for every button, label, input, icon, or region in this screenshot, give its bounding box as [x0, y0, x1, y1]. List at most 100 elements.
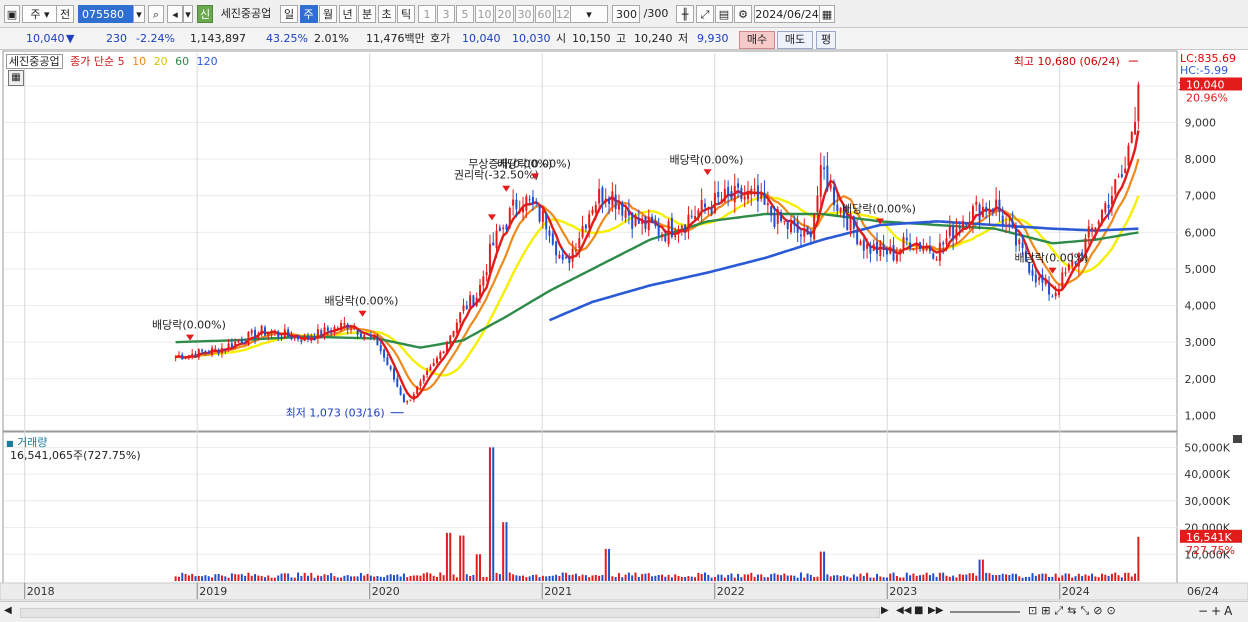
- timeframe-button[interactable]: 일: [280, 5, 298, 23]
- volume-bar: [806, 573, 809, 581]
- candle-body: [525, 196, 528, 211]
- gear-icon[interactable]: ⚙: [734, 5, 752, 23]
- scroll-right-icon[interactable]: ▶: [881, 605, 889, 616]
- volume-bar: [293, 577, 296, 581]
- candle-body: [412, 394, 415, 400]
- candle-body: [912, 248, 915, 250]
- candle-body: [336, 328, 339, 330]
- timeframe-button[interactable]: 틱: [397, 5, 415, 23]
- interval-button[interactable]: 20: [495, 5, 514, 23]
- candle-body: [1104, 203, 1107, 213]
- candle-body: [369, 335, 372, 337]
- candle-body: [488, 243, 491, 273]
- scroll-left-icon[interactable]: ◀: [4, 605, 16, 619]
- volume-bar: [240, 574, 243, 581]
- volume-bar: [919, 575, 922, 581]
- candle-body: [584, 224, 587, 229]
- candle-body: [952, 225, 955, 240]
- volume-bar: [330, 573, 333, 581]
- draw-tool-icon[interactable]: ⤢: [696, 5, 714, 23]
- search-icon[interactable]: ⌕: [148, 5, 164, 23]
- volume-bar: [1094, 576, 1097, 581]
- candle-body: [396, 378, 399, 387]
- window-menu-icon[interactable]: ▣: [4, 5, 20, 23]
- x-tick-label: 2019: [199, 585, 227, 598]
- candle-body: [300, 339, 303, 342]
- candle-body: [869, 246, 872, 254]
- volume-bar: [187, 575, 190, 581]
- candle-body: [813, 213, 816, 240]
- candle-body: [1048, 282, 1051, 295]
- interval-custom-select[interactable]: ▾: [570, 5, 608, 23]
- volume-bar: [776, 574, 779, 581]
- zoom-controls[interactable]: −+A: [1198, 604, 1235, 618]
- volume-bar: [1021, 577, 1024, 581]
- candle-body: [217, 349, 220, 354]
- volume-bar: [419, 575, 422, 581]
- candle-body: [889, 246, 892, 254]
- candle-body: [895, 254, 898, 262]
- candle-body: [902, 236, 905, 249]
- interval-button[interactable]: 10: [475, 5, 494, 23]
- volume-bar: [925, 572, 928, 581]
- candle-body: [938, 242, 941, 261]
- chart-tool-icons[interactable]: ⊡⊞⤢⇆⤡⊘⊙: [1028, 604, 1120, 618]
- count-input[interactable]: 300: [612, 5, 640, 23]
- volume-bar: [244, 575, 247, 581]
- market-select[interactable]: 전: [56, 5, 74, 23]
- candle-body: [958, 227, 961, 229]
- interval-button[interactable]: 3: [437, 5, 455, 23]
- stop-icon[interactable]: ■: [914, 605, 923, 616]
- volume-bar: [697, 572, 700, 581]
- legend-stock-name[interactable]: 세진중공업: [6, 54, 63, 69]
- candle-body: [459, 312, 462, 323]
- volume-bar: [383, 577, 386, 581]
- bid-price-2: 10,030: [512, 32, 551, 45]
- volume-bar: [287, 573, 290, 581]
- interval-button[interactable]: 1: [418, 5, 436, 23]
- date-input[interactable]: 2024/06/24: [754, 5, 820, 23]
- period-select[interactable]: 주 ▾: [22, 5, 58, 23]
- timeframe-button[interactable]: 월: [319, 5, 337, 23]
- save-icon[interactable]: ▤: [715, 5, 733, 23]
- timeframe-button[interactable]: 초: [377, 5, 396, 23]
- interval-button[interactable]: 5: [456, 5, 474, 23]
- volume-bar: [1137, 536, 1140, 581]
- table-view-icon[interactable]: ▦: [8, 70, 24, 86]
- volume-bar: [369, 575, 372, 581]
- volume-bar: [912, 573, 915, 581]
- volume-bar: [280, 573, 283, 581]
- sell-button[interactable]: 매도: [777, 31, 813, 49]
- volume-bar: [574, 573, 577, 581]
- horizontal-scrollbar[interactable]: [20, 608, 880, 618]
- volume-bar: [406, 577, 409, 581]
- speaker-dropdown-icon[interactable]: ▾: [183, 5, 193, 23]
- candle-body: [250, 330, 253, 334]
- candle-body: [968, 221, 971, 229]
- interval-button[interactable]: 60: [535, 5, 554, 23]
- volume-bar: [783, 573, 786, 581]
- volume-bar: [938, 572, 941, 581]
- candle-type-icon[interactable]: ╫: [676, 5, 694, 23]
- code-input[interactable]: 075580: [78, 5, 136, 23]
- last-page-icon[interactable]: ▶▶: [928, 605, 943, 616]
- timeframe-button[interactable]: 년: [338, 5, 357, 23]
- legend-ma20: 20: [153, 55, 168, 68]
- volume-bar: [409, 575, 412, 581]
- volume-bar: [849, 577, 852, 581]
- candle-body: [254, 329, 257, 339]
- avg-price-button[interactable]: 평: [816, 31, 836, 49]
- volume-bar: [545, 576, 548, 581]
- zoom-slider[interactable]: [950, 611, 1020, 613]
- interval-button[interactable]: 30: [515, 5, 534, 23]
- buy-button[interactable]: 매수: [739, 31, 775, 49]
- first-page-icon[interactable]: ◀◀: [896, 605, 911, 616]
- speaker-icon[interactable]: ◂: [167, 5, 183, 23]
- candle-body: [919, 242, 922, 250]
- candle-body: [1127, 145, 1130, 166]
- code-dropdown-icon[interactable]: ▾: [133, 5, 145, 23]
- timeframe-button[interactable]: 분: [358, 5, 376, 23]
- calendar-icon[interactable]: ▦: [819, 5, 835, 23]
- candle-body: [244, 342, 247, 344]
- timeframe-button[interactable]: 주: [299, 5, 318, 23]
